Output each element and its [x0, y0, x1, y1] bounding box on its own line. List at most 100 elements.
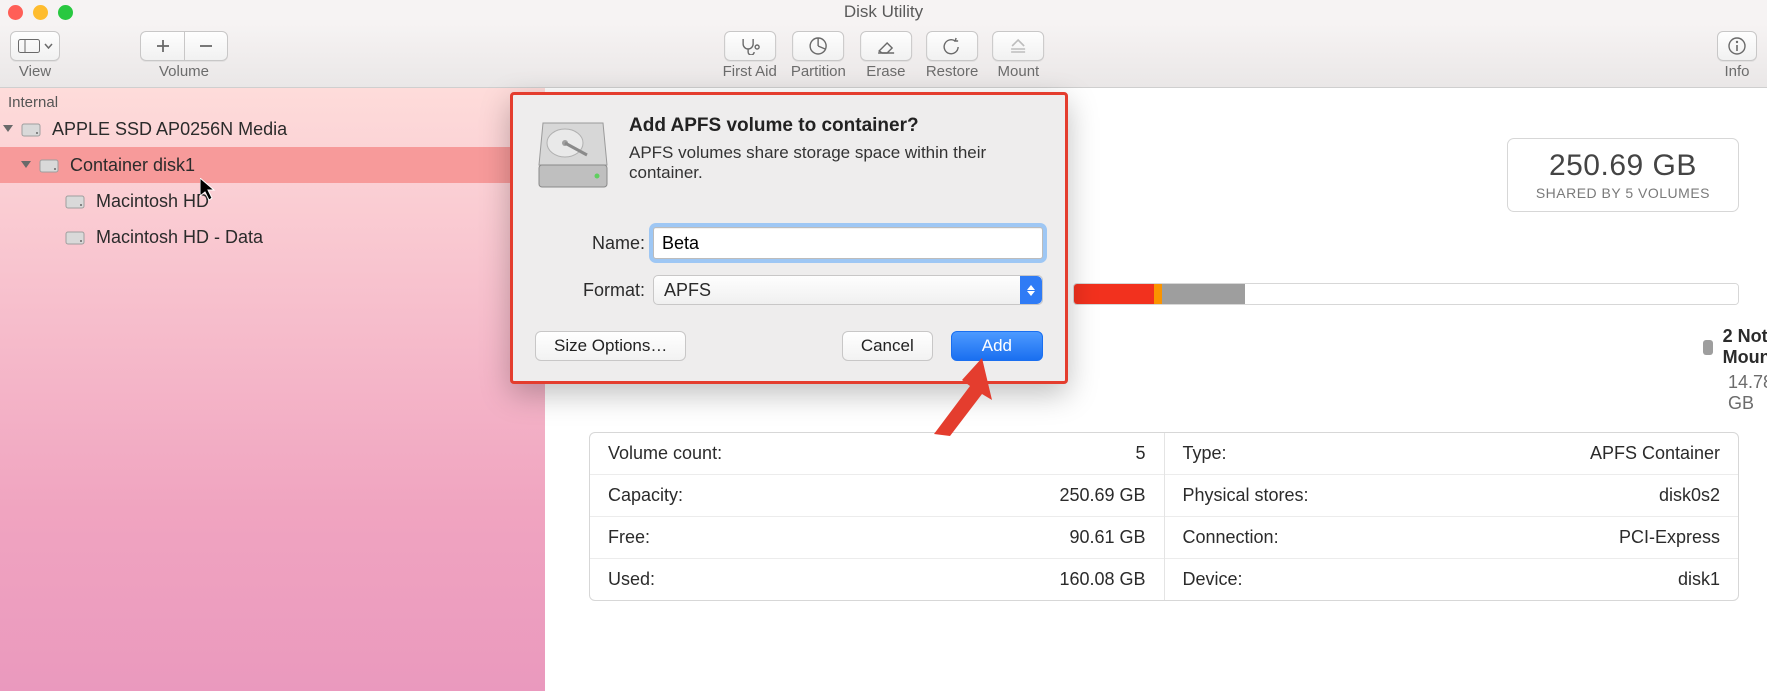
table-row: Volume count: 5 [590, 433, 1164, 475]
remove-volume-button[interactable] [184, 31, 228, 61]
usage-segment [1074, 284, 1154, 304]
sidebar-section-internal: Internal [0, 88, 545, 111]
sidebar-item-mac-hd[interactable]: Macintosh HD [0, 183, 545, 219]
detail-key: Type: [1183, 443, 1227, 464]
close-window-button[interactable] [8, 5, 23, 20]
add-button[interactable]: Add [951, 331, 1043, 361]
hard-drive-icon [38, 154, 60, 176]
toolbar-cluster-mount: Mount [992, 31, 1044, 80]
legend: 2 Not Mounted 14.78 GB Free 90.61 GB [1703, 326, 1767, 414]
hard-drive-icon [20, 118, 42, 140]
legend-sublabel: 14.78 GB [1728, 372, 1767, 414]
table-row: Connection: PCI-Express [1165, 517, 1739, 559]
traffic-lights[interactable] [8, 5, 73, 20]
sidebar-item-label: Macintosh HD - Data [96, 227, 263, 248]
usage-bar [1073, 283, 1739, 305]
toolbar-cluster-view: View [10, 31, 60, 80]
legend-item-not-mounted: 2 Not Mounted [1703, 326, 1767, 368]
toolbar-cluster-erase: Erase [860, 31, 912, 80]
sidebar-view-icon [18, 39, 40, 53]
first-aid-label: First Aid [723, 63, 777, 80]
sidebar-item-ssd[interactable]: APPLE SSD AP0256N Media [0, 111, 545, 147]
table-row: Capacity: 250.69 GB [590, 475, 1164, 517]
cancel-button[interactable]: Cancel [842, 331, 933, 361]
detail-key: Used: [608, 569, 655, 590]
sidebar-item-container-disk1[interactable]: Container disk1 [0, 147, 545, 183]
table-row: Used: 160.08 GB [590, 559, 1164, 600]
sidebar-item-mac-hd-data[interactable]: Macintosh HD - Data [0, 219, 545, 255]
restore-button[interactable] [926, 31, 978, 61]
detail-value: APFS Container [1590, 443, 1720, 464]
add-volume-dialog: Add APFS volume to container? APFS volum… [510, 92, 1068, 384]
dialog-description: APFS volumes share storage space within … [629, 143, 1043, 183]
usage-segment [1162, 284, 1245, 304]
sidebar[interactable]: Internal APPLE SSD AP0256N Media Contain… [0, 88, 545, 691]
name-label: Name: [535, 233, 645, 254]
detail-value: 5 [1135, 443, 1145, 464]
legend-label: 2 Not Mounted [1723, 326, 1767, 368]
chevron-down-icon [44, 43, 53, 49]
erase-label: Erase [866, 63, 905, 80]
window-title: Disk Utility [844, 2, 923, 22]
name-input[interactable] [653, 227, 1043, 259]
toolbar-cluster-firstaid: First Aid [723, 31, 777, 80]
stethoscope-icon [739, 37, 761, 55]
details-table: Volume count: 5 Capacity: 250.69 GB Free:9… [589, 432, 1739, 601]
detail-key: Device: [1183, 569, 1243, 590]
titlebar: Disk Utility [0, 0, 1767, 24]
hard-drive-icon [64, 226, 86, 248]
detail-key: Physical stores: [1183, 485, 1309, 506]
view-label: View [19, 63, 51, 80]
info-button[interactable] [1717, 31, 1757, 61]
plus-icon [155, 38, 171, 54]
add-volume-button[interactable] [140, 31, 184, 61]
view-button[interactable] [10, 31, 60, 61]
detail-key: Connection: [1183, 527, 1279, 548]
sidebar-item-label: Container disk1 [70, 155, 195, 176]
partition-label: Partition [791, 63, 846, 80]
dialog-title: Add APFS volume to container? [629, 115, 1043, 137]
detail-key: Capacity: [608, 485, 683, 506]
table-row: Free:90.61 GB [590, 517, 1164, 559]
hard-disk-illustration-icon [535, 115, 611, 195]
detail-value: PCI-Express [1619, 527, 1720, 548]
minus-icon [198, 38, 214, 54]
erase-button[interactable] [860, 31, 912, 61]
chevron-down-icon [2, 122, 16, 136]
hard-drive-icon [64, 190, 86, 212]
stepper-icon [1020, 276, 1042, 304]
usage-segment [1245, 284, 1738, 304]
sidebar-item-label: APPLE SSD AP0256N Media [52, 119, 287, 140]
restore-arrow-icon [942, 37, 962, 55]
capacity-box: 250.69 GB SHARED BY 5 VOLUMES [1507, 138, 1739, 212]
restore-label: Restore [926, 63, 979, 80]
format-label: Format: [535, 280, 645, 301]
detail-value: 250.69 GB [1059, 485, 1145, 506]
toolbar-cluster-partition: Partition [791, 31, 846, 80]
partition-button[interactable] [792, 31, 844, 61]
detail-value: disk0s2 [1659, 485, 1720, 506]
capacity-value: 250.69 GB [1536, 149, 1710, 183]
detail-value: 90.61 GB [1069, 527, 1145, 548]
volume-label: Volume [159, 63, 209, 80]
toolbar: View Volume First Aid [0, 24, 1767, 88]
detail-value: 160.08 GB [1059, 569, 1145, 590]
capacity-subtitle: SHARED BY 5 VOLUMES [1536, 185, 1710, 201]
zoom-window-button[interactable] [58, 5, 73, 20]
detail-key: Volume count: [608, 443, 722, 464]
toolbar-cluster-volume: Volume [140, 31, 228, 80]
toolbar-cluster-restore: Restore [926, 31, 979, 80]
format-select[interactable]: APFS [653, 275, 1043, 305]
mount-label: Mount [998, 63, 1040, 80]
sidebar-item-label: Macintosh HD [96, 191, 209, 212]
table-row: Device: disk1 [1165, 559, 1739, 600]
info-icon [1727, 36, 1747, 56]
toolbar-cluster-info: Info [1717, 31, 1757, 80]
size-options-button[interactable]: Size Options… [535, 331, 686, 361]
detail-value: disk1 [1678, 569, 1720, 590]
mount-icon [1008, 37, 1028, 55]
minimize-window-button[interactable] [33, 5, 48, 20]
usage-segment [1154, 284, 1162, 304]
mount-button[interactable] [992, 31, 1044, 61]
first-aid-button[interactable] [724, 31, 776, 61]
